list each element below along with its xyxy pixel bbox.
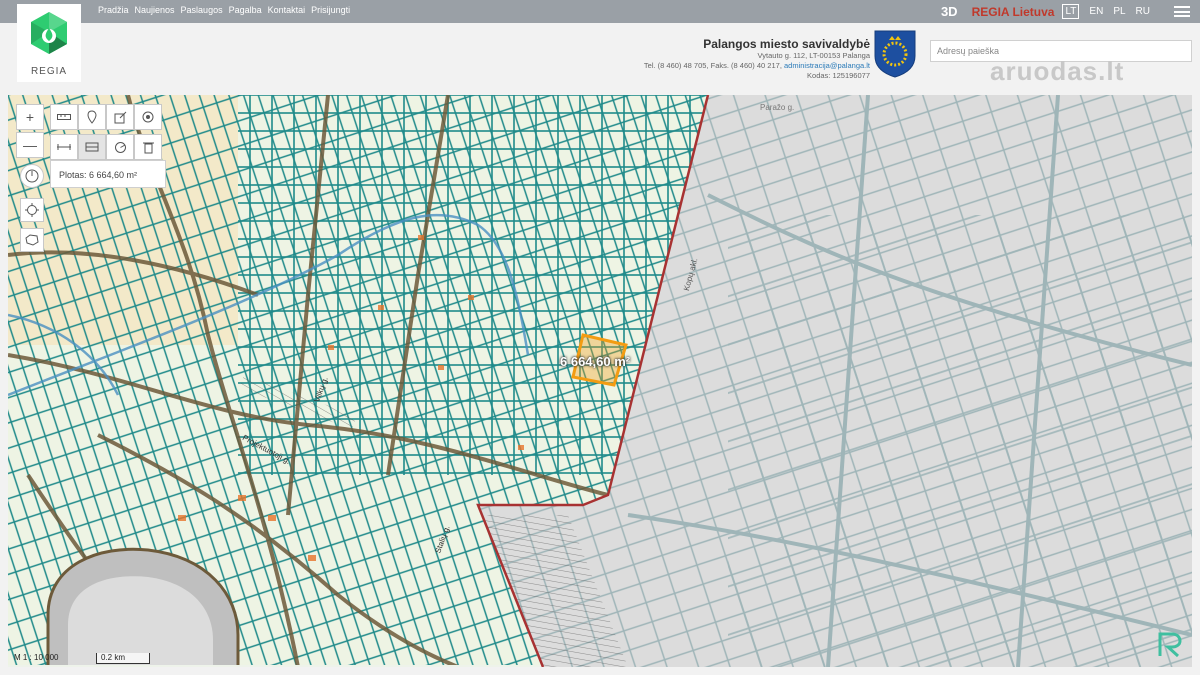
measure-line-button[interactable] bbox=[50, 104, 78, 130]
map-canvas[interactable] bbox=[8, 95, 1192, 667]
nav-item-pradzia[interactable]: Pradžia bbox=[98, 5, 129, 15]
municipality-name: Palangos miesto savivaldybė bbox=[703, 37, 870, 51]
area-readout: Plotas: 6 664,60 m² bbox=[50, 160, 166, 188]
menu-icon[interactable] bbox=[1174, 6, 1190, 17]
lang-ru[interactable]: RU bbox=[1136, 6, 1150, 17]
marker-button[interactable] bbox=[78, 104, 106, 130]
measure-distance-button[interactable] bbox=[50, 134, 78, 160]
coat-of-arms-icon bbox=[874, 30, 916, 78]
regia-lietuva-link[interactable]: REGIA Lietuva bbox=[972, 5, 1055, 19]
lang-pl[interactable]: PL bbox=[1113, 6, 1125, 17]
region-icon bbox=[25, 234, 39, 246]
municipality-info: Palangos miesto savivaldybė Vytauto g. 1… bbox=[644, 37, 870, 81]
3d-button[interactable]: 3D bbox=[941, 4, 958, 19]
aruodas-watermark: aruodas.lt bbox=[990, 56, 1125, 86]
nav-item-prisijungti[interactable]: Prisijungti bbox=[311, 5, 350, 15]
street-label-parazo: Paražo g. bbox=[760, 103, 795, 112]
municipality-email-link[interactable]: administracija@palanga.lt bbox=[784, 61, 870, 70]
locate-button[interactable] bbox=[20, 198, 44, 222]
municipality-address: Vytauto g. 112, LT-00153 Palanga bbox=[757, 51, 870, 60]
lang-en[interactable]: EN bbox=[1089, 6, 1103, 17]
top-nav: Pradžia Naujienos Paslaugos Pagalba Kont… bbox=[98, 5, 350, 15]
nav-item-kontaktai[interactable]: Kontaktai bbox=[268, 5, 306, 15]
map-view[interactable]: Projektuotoji g. Vilkų g. Kopų akl. Para… bbox=[8, 95, 1192, 667]
edit-icon bbox=[114, 111, 126, 123]
zoom-in-button[interactable]: + bbox=[16, 104, 44, 130]
lang-lt[interactable]: LT bbox=[1062, 4, 1080, 19]
area-icon bbox=[85, 142, 99, 152]
zoom-out-button[interactable]: — bbox=[16, 132, 44, 158]
top-right: 3D REGIA Lietuva LT EN PL RU bbox=[941, 0, 1200, 23]
regia-logo-text: REGIA bbox=[30, 66, 68, 77]
measure-area-button[interactable] bbox=[78, 134, 106, 160]
region-select-button[interactable] bbox=[20, 228, 44, 252]
trash-icon bbox=[142, 142, 154, 153]
regia-logo[interactable]: REGIA bbox=[17, 4, 81, 82]
compass-icon bbox=[25, 169, 39, 183]
top-bar: Pradžia Naujienos Paslaugos Pagalba Kont… bbox=[0, 0, 1200, 23]
radius-icon bbox=[114, 141, 126, 153]
regia-logo-icon bbox=[31, 12, 67, 54]
nav-item-paslaugos[interactable]: Paslaugos bbox=[181, 5, 223, 15]
crosshair-icon bbox=[25, 203, 39, 217]
nav-item-pagalba[interactable]: Pagalba bbox=[229, 5, 262, 15]
target-icon bbox=[142, 111, 154, 123]
regia-watermark-icon bbox=[1158, 632, 1182, 658]
ruler-icon bbox=[57, 114, 71, 120]
edit-button[interactable] bbox=[106, 104, 134, 130]
distance-icon bbox=[57, 144, 71, 150]
point-button[interactable] bbox=[134, 104, 162, 130]
marker-icon bbox=[87, 110, 97, 124]
municipality-contacts: Tel. (8 460) 48 705, Faks. (8 460) 40 21… bbox=[644, 61, 870, 71]
municipality-phone: Tel. (8 460) 48 705, Faks. (8 460) 40 21… bbox=[643, 61, 784, 70]
delete-button[interactable] bbox=[134, 134, 162, 160]
scale-ratio: M 1 : 10 000 bbox=[14, 653, 59, 662]
municipality-code: Kodas: 125196077 bbox=[807, 71, 870, 80]
nav-item-naujienos[interactable]: Naujienos bbox=[135, 5, 175, 15]
measure-radius-button[interactable] bbox=[106, 134, 134, 160]
parcel-area-label: 6 664,60 m² bbox=[560, 354, 631, 369]
compass-button[interactable] bbox=[20, 164, 44, 188]
scale-bar: 0.2 km bbox=[96, 653, 150, 664]
